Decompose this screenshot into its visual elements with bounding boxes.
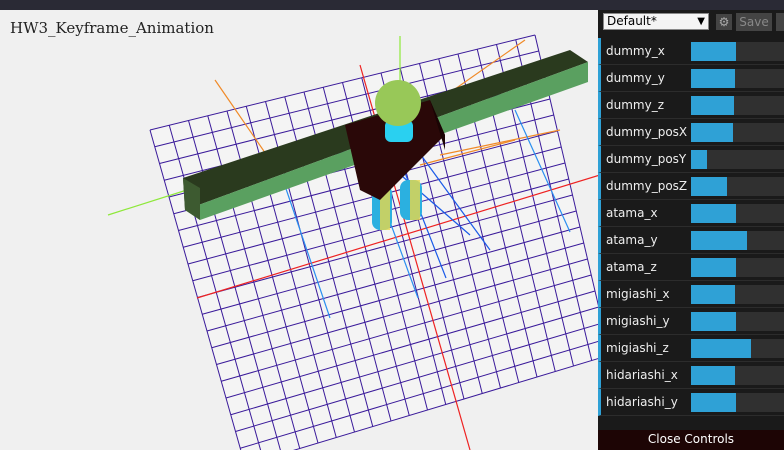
scene-svg <box>107 34 600 450</box>
controller-label: dummy_x <box>606 44 665 58</box>
controller-label: migiashi_x <box>606 287 670 301</box>
controller-row: dummy_posZ <box>598 173 784 200</box>
controller-row: atama_z <box>598 254 784 281</box>
slider[interactable] <box>691 285 784 304</box>
slider[interactable] <box>691 177 784 196</box>
slider[interactable] <box>691 312 784 331</box>
slider-fill <box>691 312 737 331</box>
slider-fill <box>691 177 727 196</box>
three-canvas[interactable]: HW3_Keyframe_Animation <box>0 10 600 450</box>
close-controls-button[interactable]: Close Controls <box>598 430 784 450</box>
controller-row: hidariashi_y <box>598 389 784 416</box>
preset-select[interactable]: Default* ▼ <box>603 13 709 30</box>
slider[interactable] <box>691 204 784 223</box>
controller-label: atama_y <box>606 233 658 247</box>
slider[interactable] <box>691 42 784 61</box>
dropdown-arrow-icon: ▼ <box>697 16 705 27</box>
preset-value: Default* <box>607 14 657 28</box>
controller-label: hidariashi_x <box>606 368 678 382</box>
controller-row: hidariashi_x <box>598 362 784 389</box>
controller-label: migiashi_y <box>606 314 670 328</box>
slider[interactable] <box>691 96 784 115</box>
slider-fill <box>691 204 737 223</box>
controller-row: migiashi_y <box>598 308 784 335</box>
controller-label: dummy_posZ <box>606 179 688 193</box>
page-title: HW3_Keyframe_Animation <box>10 19 214 37</box>
slider-fill <box>691 285 736 304</box>
slider[interactable] <box>691 366 784 385</box>
controller-label: dummy_y <box>606 71 665 85</box>
slider-fill <box>691 393 737 412</box>
controller-label: hidariashi_y <box>606 395 678 409</box>
controller-row: dummy_y <box>598 65 784 92</box>
slider[interactable] <box>691 69 784 88</box>
controller-row: migiashi_z <box>598 335 784 362</box>
slider-fill <box>691 231 747 250</box>
save-button[interactable]: Save <box>736 13 772 31</box>
controller-list: dummy_x dummy_y dummy_z dummy_posX dummy_pos… <box>598 38 784 416</box>
slider[interactable] <box>691 258 784 277</box>
top-bar <box>0 0 784 10</box>
controller-label: atama_z <box>606 260 657 274</box>
slider-fill <box>691 258 737 277</box>
controller-row: atama_x <box>598 200 784 227</box>
controller-label: atama_x <box>606 206 658 220</box>
controls-panel: Default* ▼ ⚙ Save dummy_x dummy_y dummy_z d… <box>598 10 784 450</box>
controller-row: atama_y <box>598 227 784 254</box>
controller-row: dummy_posX <box>598 119 784 146</box>
slider-fill <box>691 123 734 142</box>
slider-fill <box>691 150 708 169</box>
gear-icon[interactable]: ⚙ <box>716 14 732 30</box>
slider-fill <box>691 366 736 385</box>
controller-row: migiashi_x <box>598 281 784 308</box>
slider[interactable] <box>691 339 784 358</box>
controller-row: dummy_z <box>598 92 784 119</box>
controller-row: dummy_posY <box>598 146 784 173</box>
controller-row: dummy_x <box>598 38 784 65</box>
controller-label: migiashi_z <box>606 341 669 355</box>
slider[interactable] <box>691 393 784 412</box>
slider-fill <box>691 69 736 88</box>
controller-label: dummy_posX <box>606 125 688 139</box>
slider[interactable] <box>691 150 784 169</box>
slider[interactable] <box>691 231 784 250</box>
slider[interactable] <box>691 123 784 142</box>
controller-label: dummy_z <box>606 98 665 112</box>
slider-fill <box>691 339 752 358</box>
controls-header: Default* ▼ ⚙ Save <box>598 10 784 38</box>
new-preset-button[interactable] <box>776 13 784 31</box>
slider-fill <box>691 42 737 61</box>
controller-label: dummy_posY <box>606 152 687 166</box>
slider-fill <box>691 96 735 115</box>
